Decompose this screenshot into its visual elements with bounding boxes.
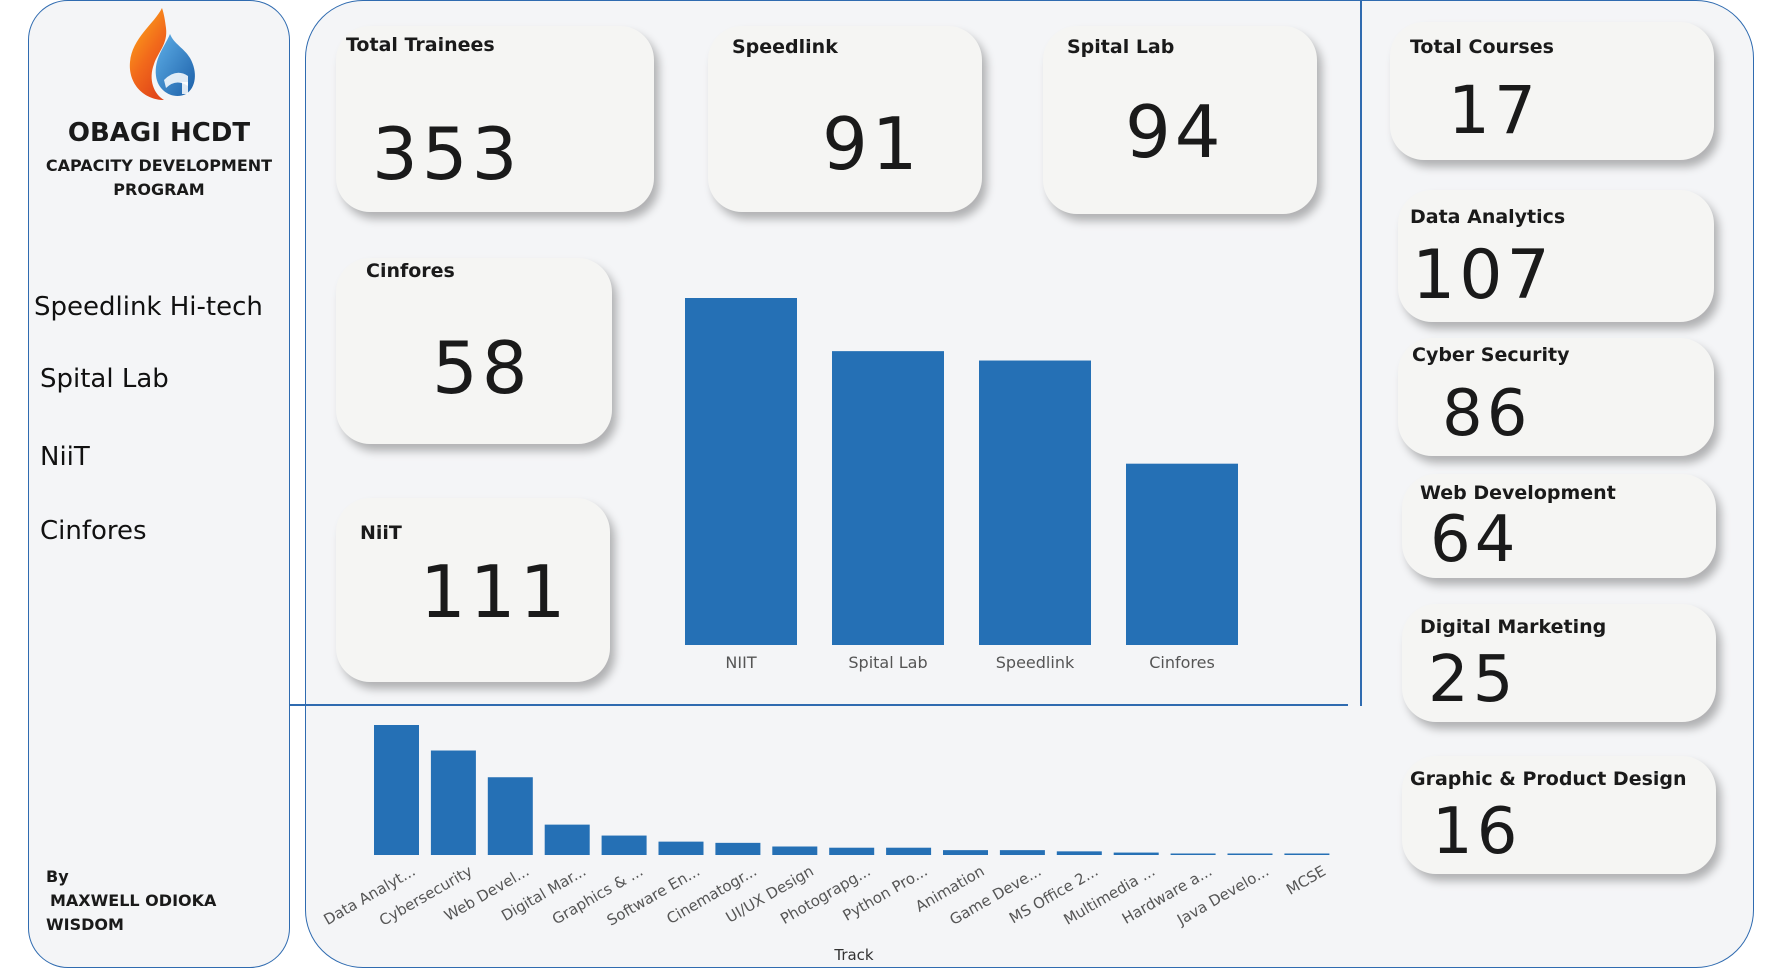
track-bar-multimedia[interactable] xyxy=(1113,852,1159,855)
track-bar-data-analyt[interactable] xyxy=(374,725,419,855)
track-bar-java-develo[interactable] xyxy=(1227,853,1273,856)
x-tick-label-spital-lab: Spital Lab xyxy=(848,653,927,672)
track-bar-web-devel[interactable] xyxy=(487,777,533,855)
track-axis-label: Track xyxy=(833,946,874,964)
track-bar-graphics[interactable] xyxy=(601,835,647,855)
track-bar-game-deve[interactable] xyxy=(999,850,1045,855)
bar-niit[interactable] xyxy=(685,298,797,645)
track-bar-software-en[interactable] xyxy=(658,841,704,855)
track-bar-photograpg[interactable] xyxy=(829,847,875,855)
trainees-by-provider-chart: NIIT Spital Lab Speedlink Cinfores Data Anal… xyxy=(320,298,1330,964)
track-tick-label-mcse: MCSE xyxy=(1283,862,1329,899)
x-tick-label-cinfores: Cinfores xyxy=(1149,653,1215,672)
bar-cinfores[interactable] xyxy=(1126,463,1238,645)
track-bar-hardware-a[interactable] xyxy=(1170,853,1216,856)
x-tick-label-speedlink: Speedlink xyxy=(996,653,1075,672)
bar-speedlink[interactable] xyxy=(979,360,1091,645)
track-tick-label-data-analyt: Data Analyt... xyxy=(320,862,418,929)
track-bar-python-pro[interactable] xyxy=(886,847,932,855)
bar-spital-lab[interactable] xyxy=(832,351,944,645)
track-bar-animation[interactable] xyxy=(943,850,988,855)
track-bar-ms-office-2[interactable] xyxy=(1056,851,1102,855)
track-bar-cinematogr[interactable] xyxy=(715,842,761,855)
track-bar-mcse[interactable] xyxy=(1284,853,1330,856)
track-bar-ui-ux-design[interactable] xyxy=(772,846,818,855)
track-bar-digital-mar[interactable] xyxy=(544,824,590,855)
track-bar-cybersecurity[interactable] xyxy=(430,750,476,855)
x-tick-label-niit: NIIT xyxy=(725,653,756,672)
